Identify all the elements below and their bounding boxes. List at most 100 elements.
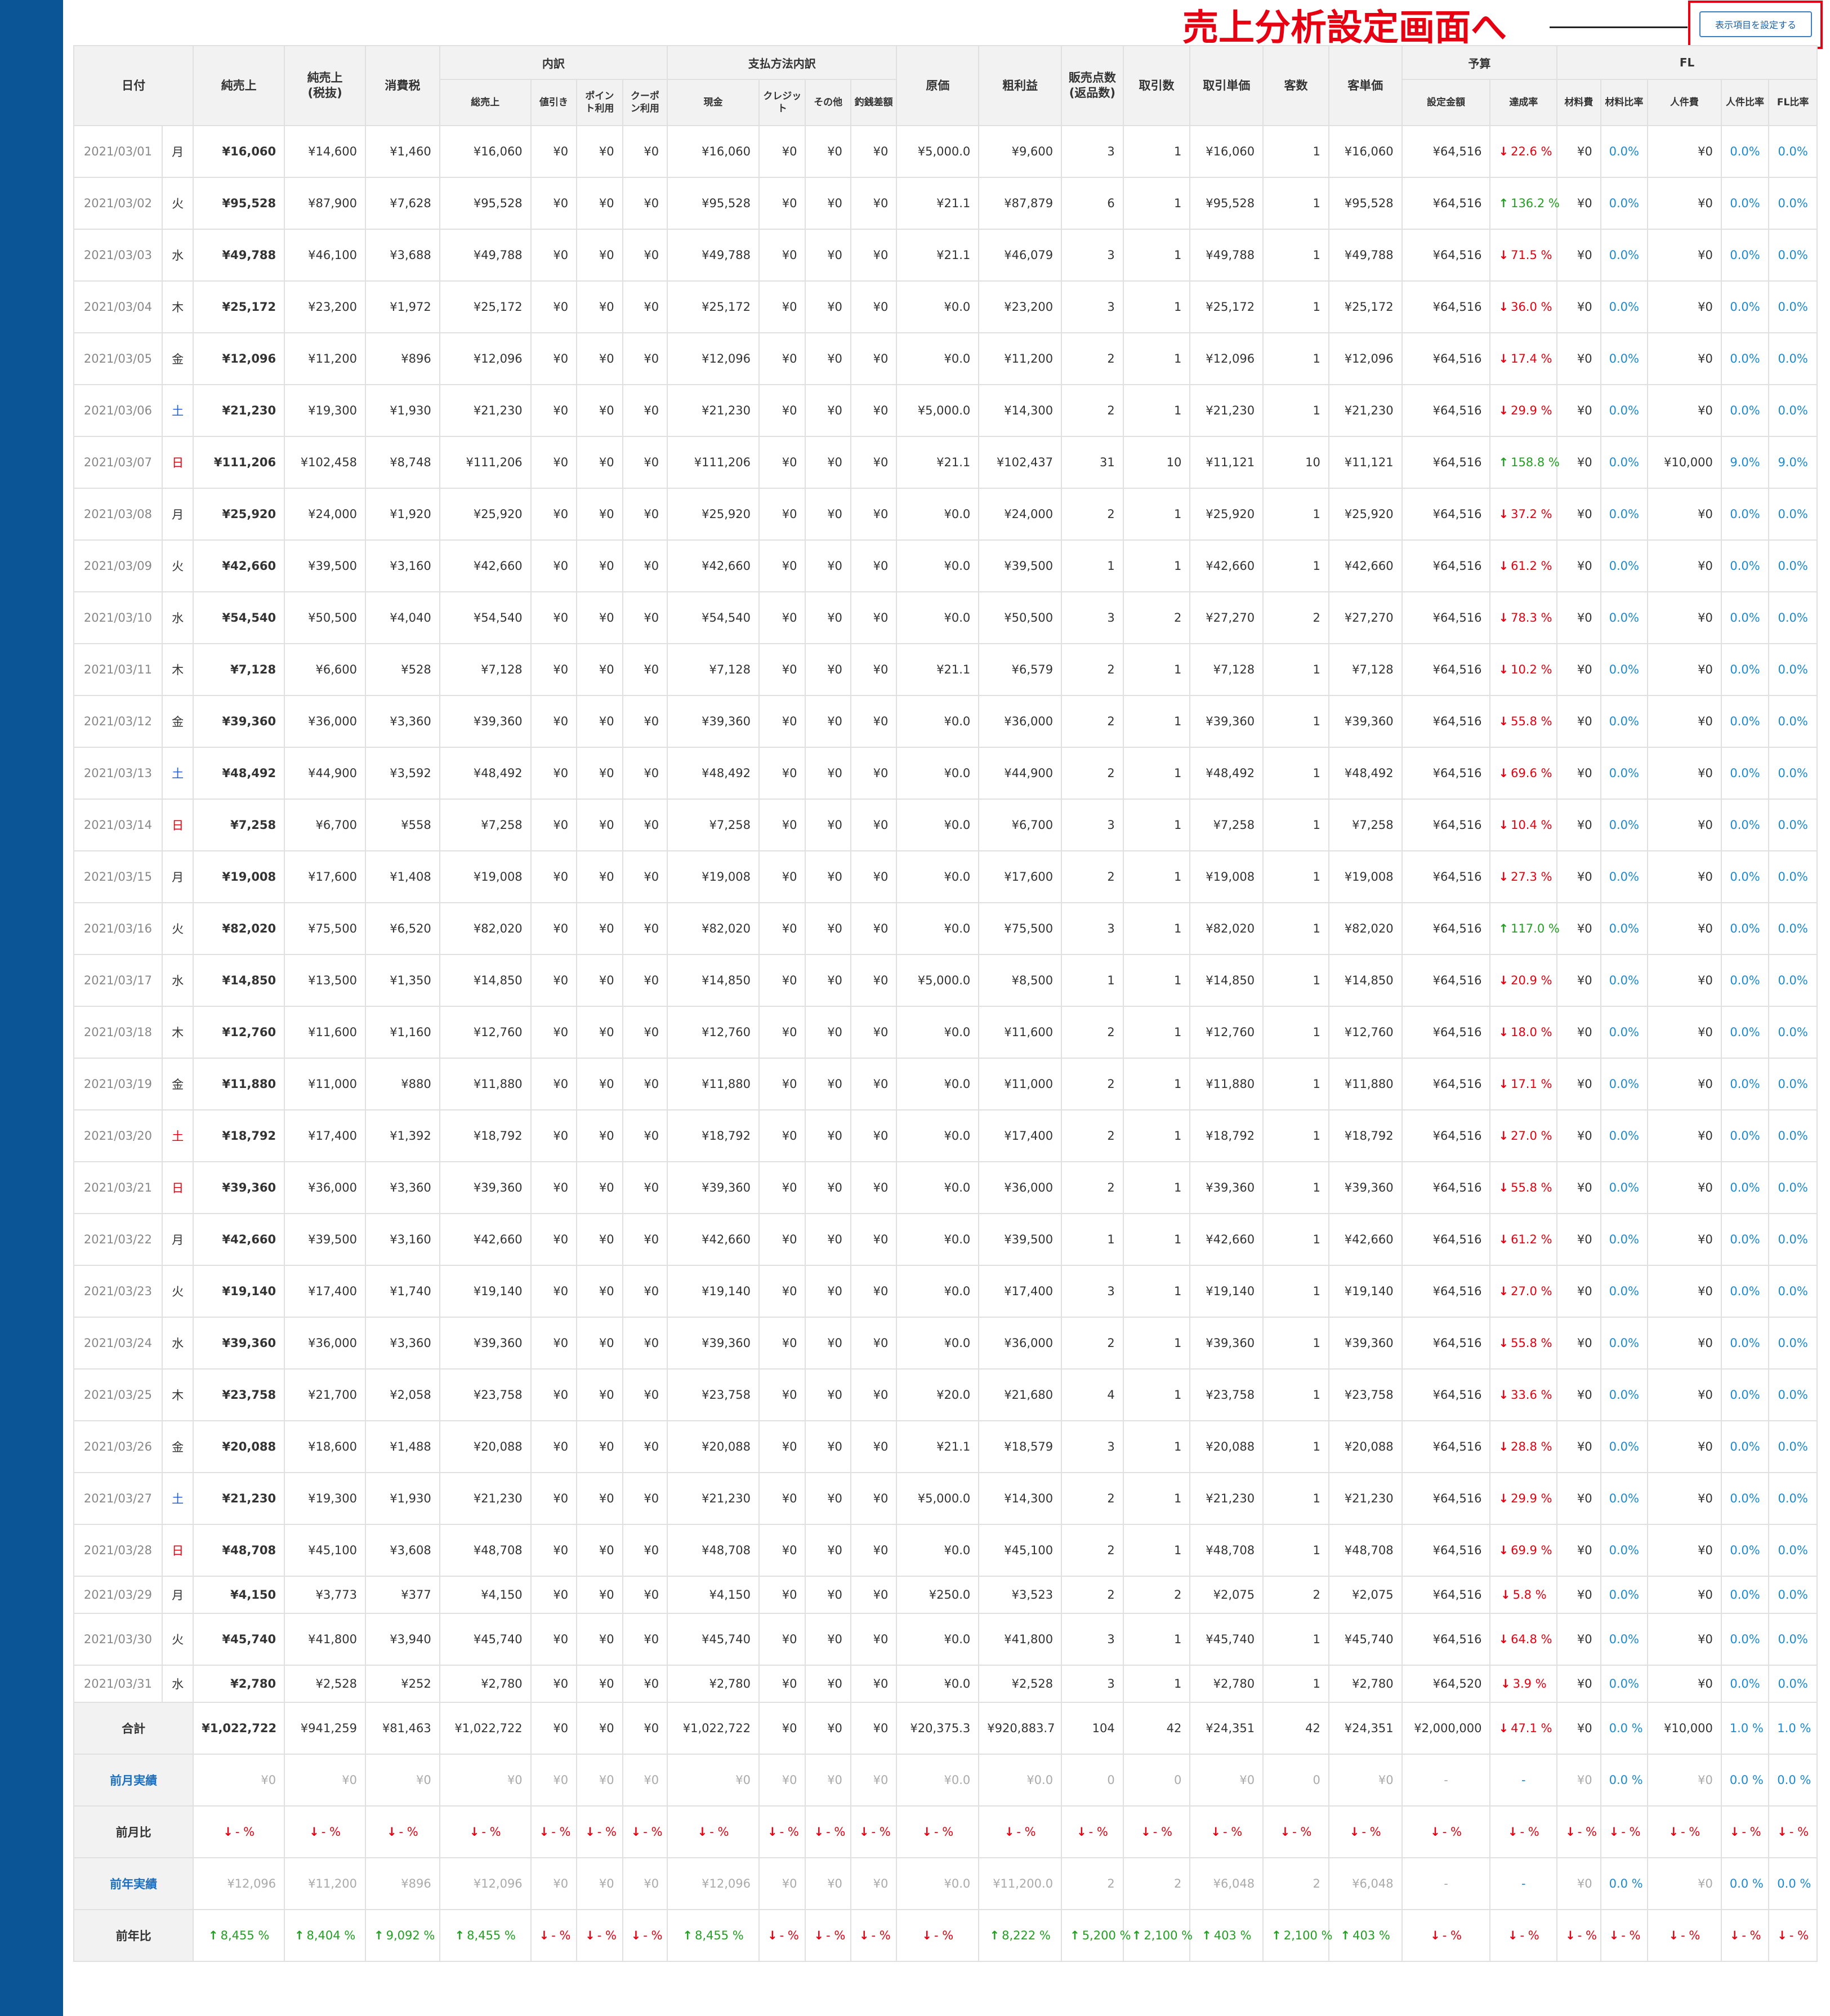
row-credit: ¥0 <box>758 1006 806 1059</box>
prev-year-cell: ¥0 <box>758 1857 806 1910</box>
row-tax: ¥377 <box>364 1576 440 1614</box>
row-weekday: 月 <box>161 125 194 178</box>
arrow-down-icon: ↓ <box>1609 1825 1619 1839</box>
prev-year-ratio-cell: ↓ - % <box>805 1909 851 1962</box>
header-items-sold: 販売点数 (返品数) <box>1061 45 1124 126</box>
row-gross-profit: ¥24,000 <box>978 488 1063 541</box>
row-discount: ¥0 <box>530 229 578 282</box>
row-discount: ¥0 <box>530 799 578 851</box>
row-net-sales-ex-tax: ¥39,500 <box>284 539 366 592</box>
prev-month-ratio-cell: ↓ - % <box>1189 1805 1264 1858</box>
row-customers: 1 <box>1262 280 1329 333</box>
row-avg-transaction: ¥16,060 <box>1189 125 1264 178</box>
row-avg-transaction: ¥25,920 <box>1189 488 1264 541</box>
row-change: ¥0 <box>850 591 898 644</box>
row-net-sales: ¥39,360 <box>193 1161 285 1214</box>
table-row: 2021/03/16 火 ¥82,020 ¥75,500 ¥6,520 ¥82,020 ¥0… <box>73 902 1818 955</box>
sales-table-container: 日付 純売上 純売上 (税抜) 消費税 内訳 支払方法内訳 原価 粗利益 販売点… <box>73 45 1818 1962</box>
table-row: 2021/03/22 月 ¥42,660 ¥39,500 ¥3,160 ¥42,660 ¥0… <box>73 1213 1818 1266</box>
row-fl-ratio: 0.0% <box>1768 1420 1818 1473</box>
arrow-down-icon: ↓ <box>859 1825 869 1839</box>
row-points: ¥0 <box>576 436 623 489</box>
row-budget-amount: ¥64,516 <box>1401 436 1491 489</box>
row-budget-amount: ¥64,516 <box>1401 1576 1491 1614</box>
row-other: ¥0 <box>805 1317 851 1370</box>
row-avg-transaction: ¥11,121 <box>1189 436 1264 489</box>
table-row: 2021/03/02 火 ¥95,528 ¥87,900 ¥7,628 ¥95,528 ¥0… <box>73 177 1818 230</box>
row-total-sales: ¥18,792 <box>439 1109 532 1162</box>
prev-month-row-label[interactable]: 前月実績 <box>73 1754 194 1807</box>
row-coupon: ¥0 <box>622 488 668 541</box>
display-settings-button[interactable]: 表示項目を設定する <box>1699 11 1812 37</box>
row-net-sales: ¥14,850 <box>193 954 285 1007</box>
prev-year-cell: ¥6,048 <box>1328 1857 1403 1910</box>
row-items-sold: 3 <box>1061 591 1124 644</box>
row-cost: ¥5,000.0 <box>896 954 980 1007</box>
percent-value: 10.2 % <box>1511 663 1552 676</box>
row-net-sales-ex-tax: ¥13,500 <box>284 954 366 1007</box>
row-tax: ¥1,920 <box>364 488 440 541</box>
percent-value: 61.2 % <box>1511 559 1552 573</box>
row-cash: ¥39,360 <box>667 1317 760 1370</box>
arrow-up-icon: ↑ <box>682 1929 693 1942</box>
row-transactions: 1 <box>1122 1613 1191 1666</box>
row-fl-ratio: 9.0% <box>1768 436 1818 489</box>
prev-year-ratio-cell: ↓ - % <box>530 1909 578 1962</box>
row-points: ¥0 <box>576 1006 623 1059</box>
totals-cell: ¥1,022,722 <box>193 1702 285 1755</box>
arrow-down-icon: ↓ <box>1498 715 1509 728</box>
row-coupon: ¥0 <box>622 1265 668 1318</box>
row-labor-cost: ¥0 <box>1647 177 1722 230</box>
arrow-down-icon: ↓ <box>1498 1544 1509 1557</box>
row-gross-profit: ¥11,600 <box>978 1006 1063 1059</box>
row-cost: ¥0.0 <box>896 488 980 541</box>
prev-year-row-label[interactable]: 前年実績 <box>73 1857 194 1910</box>
row-achievement: ↓ 5.8 % <box>1489 1576 1558 1614</box>
row-gross-profit: ¥39,500 <box>978 539 1063 592</box>
prev-month-ratio-cell: ↓ - % <box>284 1805 366 1858</box>
row-material-ratio: 0.0% <box>1600 1420 1649 1473</box>
row-budget-amount: ¥64,516 <box>1401 1368 1491 1421</box>
percent-value: 47.1 % <box>1511 1721 1552 1735</box>
row-points: ¥0 <box>576 125 623 178</box>
row-credit: ¥0 <box>758 1420 806 1473</box>
prev-year-cell: ¥11,200.0 <box>978 1857 1063 1910</box>
row-date: 2021/03/28 <box>73 1524 163 1577</box>
prev-month-cell: ¥0 <box>622 1754 668 1807</box>
percent-value: 8,222 % <box>1002 1929 1051 1942</box>
row-cost: ¥21.1 <box>896 229 980 282</box>
row-cash: ¥2,780 <box>667 1665 760 1703</box>
row-budget-amount: ¥64,516 <box>1401 384 1491 437</box>
row-avg-transaction: ¥39,360 <box>1189 695 1264 748</box>
row-net-sales: ¥25,920 <box>193 488 285 541</box>
row-change: ¥0 <box>850 229 898 282</box>
arrow-down-icon: ↓ <box>469 1825 480 1839</box>
row-transactions: 2 <box>1122 1576 1191 1614</box>
row-credit: ¥0 <box>758 1524 806 1577</box>
row-discount: ¥0 <box>530 1368 578 1421</box>
prev-month-cell: ¥0 <box>758 1754 806 1807</box>
row-net-sales: ¥42,660 <box>193 539 285 592</box>
header-avg-transaction: 取引単価 <box>1189 45 1264 126</box>
row-material-cost: ¥0 <box>1556 643 1601 696</box>
row-other: ¥0 <box>805 125 851 178</box>
row-points: ¥0 <box>576 177 623 230</box>
row-coupon: ¥0 <box>622 125 668 178</box>
arrow-down-icon: ↓ <box>1565 1929 1575 1942</box>
prev-year-cell: ¥896 <box>364 1857 440 1910</box>
row-net-sales-ex-tax: ¥75,500 <box>284 902 366 955</box>
row-transactions: 1 <box>1122 799 1191 851</box>
row-weekday: 火 <box>161 177 194 230</box>
row-cost: ¥0.0 <box>896 1317 980 1370</box>
row-gross-profit: ¥14,300 <box>978 1472 1063 1525</box>
percent-value: - % <box>1016 1825 1036 1839</box>
row-customers: 1 <box>1262 1058 1329 1110</box>
table-row: 2021/03/13 土 ¥48,492 ¥44,900 ¥3,592 ¥48,492 ¥0… <box>73 747 1818 800</box>
row-discount: ¥0 <box>530 488 578 541</box>
row-avg-transaction: ¥18,792 <box>1189 1109 1264 1162</box>
row-date: 2021/03/16 <box>73 902 163 955</box>
row-achievement: ↓ 17.1 % <box>1489 1058 1558 1110</box>
row-customers: 1 <box>1262 1213 1329 1266</box>
header-cost: 原価 <box>896 45 980 126</box>
row-net-sales: ¥18,792 <box>193 1109 285 1162</box>
